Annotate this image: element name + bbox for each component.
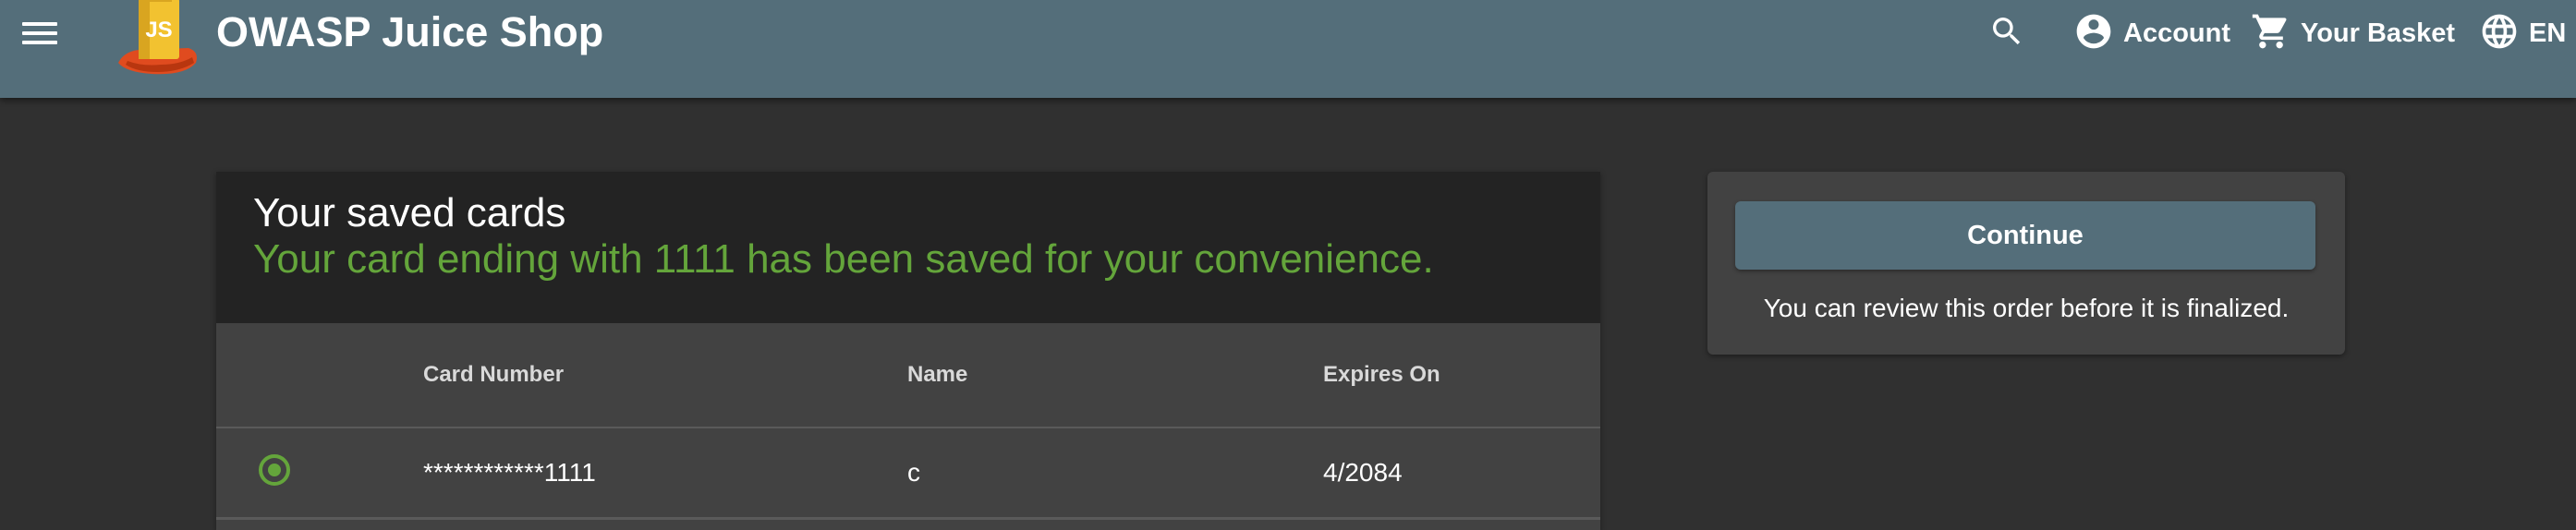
radio-selected-dot — [268, 464, 281, 476]
top-toolbar: JS OWASP Juice Shop Account Your Basket … — [0, 0, 2576, 98]
review-order-note: You can review this order before it is f… — [1763, 294, 2290, 322]
app-title[interactable]: OWASP Juice Shop — [216, 7, 603, 57]
card-select-radio[interactable] — [259, 454, 290, 486]
continue-button[interactable]: Continue — [1735, 201, 2315, 270]
row-divider — [216, 517, 1600, 520]
shopping-cart-icon — [2251, 11, 2291, 56]
globe-icon — [2479, 11, 2520, 56]
account-icon — [2073, 11, 2114, 56]
search-icon — [1988, 13, 2025, 54]
language-button[interactable]: EN — [2479, 13, 2566, 54]
logo-text: JS — [145, 18, 172, 42]
column-header-card-number: Card Number — [423, 362, 565, 387]
checkout-continue-panel: Continue You can review this order befor… — [1707, 172, 2345, 355]
basket-button[interactable]: Your Basket — [2251, 13, 2455, 54]
card-number-cell: ************1111 — [423, 458, 596, 487]
account-label: Account — [2123, 18, 2230, 48]
card-name-cell: c — [907, 458, 920, 487]
column-header-name: Name — [907, 362, 968, 387]
card-expiry-cell: 4/2084 — [1323, 458, 1403, 487]
saved-cards-panel: Your saved cards Your card ending with 1… — [216, 172, 1600, 530]
header-divider — [216, 427, 1600, 428]
saved-cards-header: Your saved cards Your card ending with 1… — [216, 172, 1600, 323]
basket-label: Your Basket — [2301, 18, 2456, 48]
card-saved-confirmation: Your card ending with 1111 has been save… — [253, 236, 1434, 282]
search-button[interactable] — [1988, 13, 2025, 54]
language-label: EN — [2529, 18, 2567, 48]
saved-cards-title: Your saved cards — [253, 190, 566, 235]
account-button[interactable]: Account — [2073, 13, 2230, 54]
hamburger-menu-icon[interactable] — [17, 15, 63, 52]
column-header-expires-on: Expires On — [1323, 362, 1440, 387]
juice-shop-logo[interactable]: JS — [115, 0, 203, 79]
